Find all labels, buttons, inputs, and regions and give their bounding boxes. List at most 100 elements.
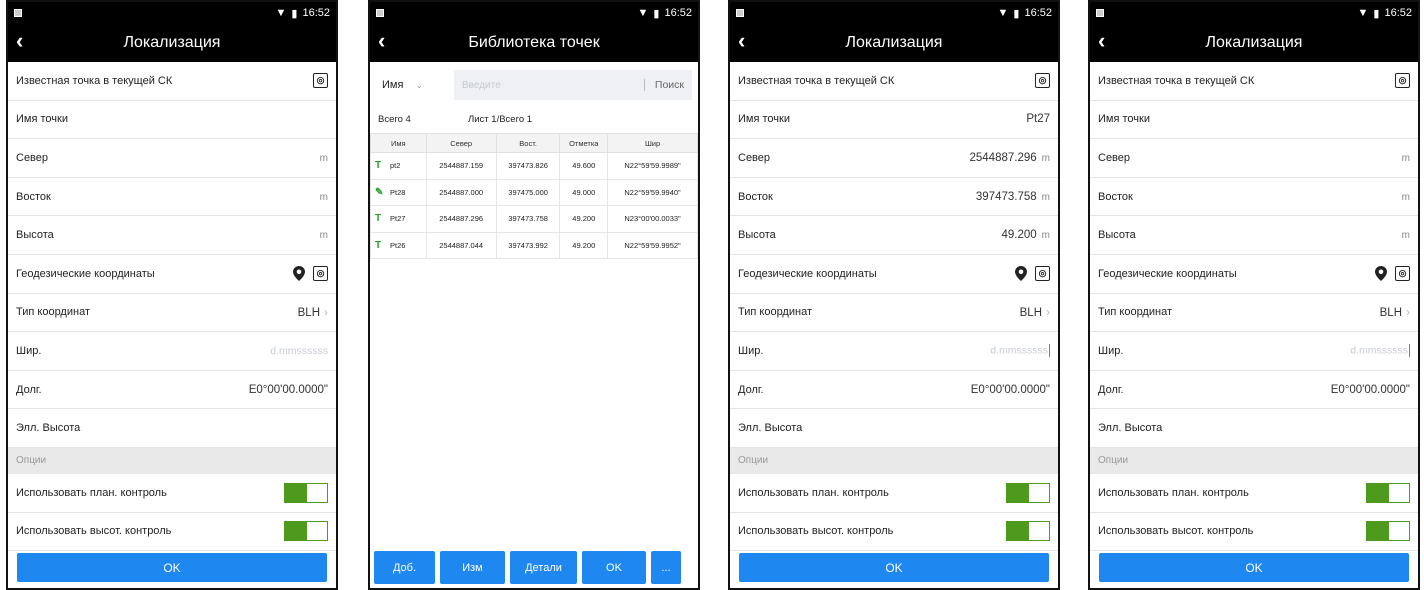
table-row[interactable]: Tpt2 2544887.159 397473.826 49.600 N22°5…	[370, 152, 698, 180]
latitude-label: Шир.	[16, 344, 42, 357]
back-arrow-icon[interactable]: ‹	[16, 30, 23, 52]
row-north: 2544887.159	[425, 152, 497, 180]
geodetic-label: Геодезические координаты	[738, 267, 877, 280]
latitude-placeholder: d.mmssssss	[990, 344, 1048, 357]
plan-control-toggle[interactable]	[1366, 482, 1410, 503]
gps-locate-icon[interactable]: ◎	[1395, 73, 1410, 89]
point-name-field[interactable]: Имя точки	[1090, 101, 1418, 140]
row-lat: N22°59'59.9989"	[607, 152, 698, 180]
ok-button[interactable]: OK	[582, 551, 646, 584]
table-row[interactable]: ✎ Pt28 2544887.000 397475.000 49.000 N22°…	[370, 178, 698, 206]
coord-type-value: BLH	[1379, 307, 1402, 320]
known-point-label: Известная точка в текущей СК	[738, 74, 895, 87]
col-header-elev[interactable]: Отметка	[559, 133, 609, 153]
col-header-north[interactable]: Север	[425, 133, 497, 153]
height-control-toggle[interactable]	[284, 521, 328, 542]
latitude-field[interactable]: Шир. d.mmssssss	[730, 332, 1058, 371]
north-field[interactable]: Север 2544887.296 m	[730, 139, 1058, 178]
chevron-right-icon: ›	[324, 305, 328, 320]
table-header-row: Имя Север Вост. Отметка Шир	[370, 133, 698, 153]
height-label: Высота	[1098, 229, 1136, 242]
gps-locate-icon[interactable]: ◎	[1035, 266, 1050, 282]
height-control-toggle[interactable]	[1006, 521, 1050, 542]
ell-height-field[interactable]: Элл. Высота	[730, 409, 1058, 448]
coord-type-select[interactable]: Тип координат BLH ›	[1090, 294, 1418, 333]
height-control-row: Использовать высот. контроль	[730, 513, 1058, 552]
row-elev: 49.600	[559, 152, 609, 180]
latitude-field[interactable]: Шир. d.mmssssss	[8, 332, 336, 371]
back-arrow-icon[interactable]: ‹	[378, 30, 385, 52]
height-field[interactable]: Высота 49.200 m	[730, 216, 1058, 255]
gps-locate-icon[interactable]: ◎	[313, 73, 328, 89]
coord-type-select[interactable]: Тип координат BLH ›	[8, 294, 336, 333]
east-label: Восток	[738, 190, 773, 203]
col-header-lat[interactable]: Шир	[607, 133, 698, 153]
coord-type-select[interactable]: Тип координат BLH ›	[730, 294, 1058, 333]
plan-control-toggle[interactable]	[1006, 482, 1050, 503]
longitude-field[interactable]: Долг. E0°00'00.0000"	[1090, 371, 1418, 410]
row-north: 2544887.000	[425, 178, 497, 206]
col-header-east[interactable]: Вост.	[495, 133, 561, 153]
north-field[interactable]: Север m	[8, 139, 336, 178]
add-button[interactable]: Доб.	[374, 551, 435, 584]
geodetic-row: Геодезические координаты ◎	[730, 255, 1058, 294]
search-input[interactable]: Введите Поиск	[454, 70, 692, 100]
wifi-icon: ▼	[637, 7, 649, 19]
height-control-label: Использовать высот. контроль	[16, 525, 172, 538]
height-field[interactable]: Высота m	[1090, 216, 1418, 255]
points-table: Имя Север Вост. Отметка Шир Tpt2 2544887…	[370, 133, 698, 259]
nav-bar: ‹ Локализация	[8, 24, 336, 62]
search-field-value: Имя	[382, 79, 404, 91]
height-field[interactable]: Высота m	[8, 216, 336, 255]
search-field-select[interactable]: Имя ⌄	[376, 79, 454, 91]
details-button[interactable]: Детали	[510, 551, 577, 584]
ok-button[interactable]: OK	[1099, 553, 1409, 582]
height-control-toggle[interactable]	[1366, 521, 1410, 542]
ok-button[interactable]: OK	[17, 553, 327, 582]
col-header-name[interactable]: Имя	[370, 133, 427, 153]
location-pin-icon[interactable]	[293, 266, 305, 282]
latitude-field[interactable]: Шир. d.mmssssss	[1090, 332, 1418, 371]
location-pin-icon[interactable]	[1015, 266, 1027, 282]
latitude-label: Шир.	[1098, 344, 1124, 357]
search-button[interactable]: Поиск	[643, 79, 684, 91]
geodetic-row: Геодезические координаты ◎	[8, 255, 336, 294]
ell-height-field[interactable]: Элл. Высота	[8, 409, 336, 448]
gps-locate-icon[interactable]: ◎	[1395, 266, 1410, 282]
east-label: Восток	[1098, 190, 1133, 203]
screen-localization-3: ▼ ▮ 16:52 ‹ Локализация Известная точка в …	[1088, 0, 1420, 590]
edit-button[interactable]: Изм	[440, 551, 505, 584]
plan-control-toggle[interactable]	[284, 482, 328, 503]
north-unit: m	[319, 152, 328, 164]
east-field[interactable]: Восток m	[8, 178, 336, 217]
total-count: Всего 4	[378, 114, 411, 125]
back-arrow-icon[interactable]: ‹	[1098, 30, 1105, 52]
longitude-field[interactable]: Долг. E0°00'00.0000"	[8, 371, 336, 410]
height-control-row: Использовать высот. контроль	[1090, 513, 1418, 552]
gps-locate-icon[interactable]: ◎	[313, 266, 328, 282]
back-arrow-icon[interactable]: ‹	[738, 30, 745, 52]
height-control-label: Использовать высот. контроль	[738, 525, 894, 538]
more-button[interactable]: ...	[651, 551, 681, 584]
point-name-field[interactable]: Имя точки	[8, 101, 336, 140]
row-elev: 49.200	[559, 205, 609, 233]
ok-button[interactable]: OK	[739, 553, 1049, 582]
north-unit: m	[1401, 152, 1410, 164]
east-field[interactable]: Восток 397473.758 m	[730, 178, 1058, 217]
table-row[interactable]: T Pt26 2544887.044 397473.992 49.200 N22°…	[370, 231, 698, 259]
coord-type-label: Тип координат	[1098, 306, 1172, 319]
gps-locate-icon[interactable]: ◎	[1035, 73, 1050, 89]
point-name-field[interactable]: Имя точки Pt27	[730, 101, 1058, 140]
status-bar: ▼ ▮ 16:52	[370, 2, 698, 24]
plan-control-row: Использовать план. контроль	[1090, 474, 1418, 513]
north-field[interactable]: Север m	[1090, 139, 1418, 178]
longitude-field[interactable]: Долг. E0°00'00.0000"	[730, 371, 1058, 410]
east-unit: m	[1041, 191, 1050, 203]
plan-control-row: Использовать план. контроль	[730, 474, 1058, 513]
table-row[interactable]: T Pt27 2544887.296 397473.758 49.200 N23°…	[370, 205, 698, 233]
east-field[interactable]: Восток m	[1090, 178, 1418, 217]
row-elev: 49.000	[559, 178, 609, 206]
ell-height-field[interactable]: Элл. Высота	[1090, 409, 1418, 448]
location-pin-icon[interactable]	[1375, 266, 1387, 282]
known-point-row: Известная точка в текущей СК ◎	[1090, 62, 1418, 101]
